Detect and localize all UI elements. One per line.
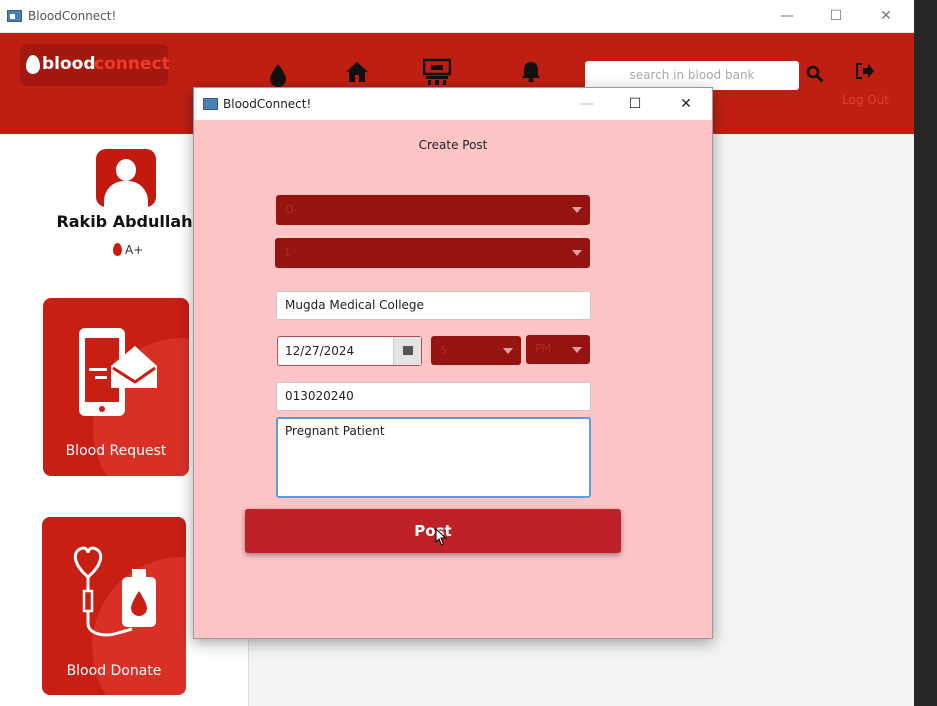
blood-group-badge: A+ bbox=[113, 243, 143, 257]
avatar-head-shape bbox=[116, 159, 136, 181]
blood-donate-label: Blood Donate bbox=[66, 663, 162, 679]
logout-icon[interactable] bbox=[855, 62, 875, 80]
blood-drop-icon bbox=[113, 243, 122, 256]
calendar-icon bbox=[403, 346, 413, 355]
logo-drop-icon bbox=[26, 55, 40, 74]
blood-request-label: Blood Request bbox=[65, 443, 167, 459]
phone-mail-icon bbox=[79, 328, 157, 416]
app-window-icon bbox=[7, 10, 22, 22]
avatar[interactable] bbox=[96, 149, 156, 207]
close-button[interactable]: ✕ bbox=[876, 8, 896, 24]
bags-select[interactable]: 1 bbox=[275, 238, 590, 268]
create-post-dialog: BloodConnect! — ☐ ✕ Create Post O- 1 Mug… bbox=[193, 87, 713, 639]
minimize-button[interactable]: — bbox=[777, 8, 797, 24]
desktop-background bbox=[914, 0, 937, 706]
blood-drop-icon[interactable] bbox=[268, 63, 288, 87]
bell-icon[interactable] bbox=[520, 61, 542, 83]
date-value: 12/27/2024 bbox=[285, 344, 355, 358]
search-icon[interactable] bbox=[806, 65, 824, 83]
dialog-heading: Create Post bbox=[418, 138, 488, 152]
blood-bag-icon bbox=[73, 546, 156, 637]
logo-text-connect: connect bbox=[94, 54, 170, 74]
blood-request-card[interactable]: Blood Request bbox=[43, 298, 189, 476]
blood-group-select-value: O- bbox=[285, 203, 298, 216]
avatar-body-shape bbox=[104, 181, 148, 207]
blood-group-label: A+ bbox=[125, 243, 144, 257]
ampm-select-value: PM bbox=[535, 342, 552, 355]
description-textarea[interactable]: Pregnant Patient bbox=[276, 417, 591, 498]
chevron-down-icon bbox=[572, 207, 582, 213]
maximize-button[interactable]: ☐ bbox=[826, 8, 846, 24]
hospital-icon[interactable] bbox=[423, 58, 451, 86]
dialog-maximize-button[interactable]: ☐ bbox=[625, 96, 645, 112]
hospital-field[interactable]: Mugda Medical College bbox=[276, 291, 591, 320]
dialog-title: BloodConnect! bbox=[223, 97, 312, 111]
blood-donate-card[interactable]: Blood Donate bbox=[42, 517, 186, 695]
calendar-button[interactable] bbox=[393, 337, 421, 365]
home-icon[interactable] bbox=[345, 61, 369, 83]
main-window-title: BloodConnect! bbox=[28, 9, 117, 23]
logout-label[interactable]: Log Out bbox=[842, 93, 889, 107]
post-button[interactable]: Post bbox=[245, 509, 621, 553]
logo-text-blood: blood bbox=[42, 54, 96, 74]
dialog-close-button[interactable]: ✕ bbox=[676, 96, 696, 112]
date-picker[interactable]: 12/27/2024 bbox=[277, 336, 422, 366]
hour-select-value: 5 bbox=[440, 344, 447, 357]
app-logo[interactable]: blood connect bbox=[20, 44, 170, 86]
dialog-titlebar: BloodConnect! — ☐ ✕ bbox=[194, 88, 712, 120]
dialog-minimize-button[interactable]: — bbox=[577, 96, 597, 112]
blood-group-select[interactable]: O- bbox=[276, 195, 590, 225]
search-input[interactable]: search in blood bank bbox=[585, 61, 799, 90]
phone-field[interactable]: 013020240 bbox=[276, 382, 591, 411]
chevron-down-icon bbox=[572, 250, 582, 256]
chevron-down-icon bbox=[503, 348, 513, 354]
chevron-down-icon bbox=[572, 347, 582, 353]
main-titlebar: BloodConnect! — ☐ ✕ bbox=[0, 0, 914, 33]
mouse-cursor-icon bbox=[435, 528, 447, 546]
ampm-select[interactable]: PM bbox=[526, 335, 590, 364]
dialog-app-icon bbox=[203, 98, 218, 110]
hour-select[interactable]: 5 bbox=[431, 336, 521, 365]
bags-select-value: 1 bbox=[284, 246, 291, 259]
